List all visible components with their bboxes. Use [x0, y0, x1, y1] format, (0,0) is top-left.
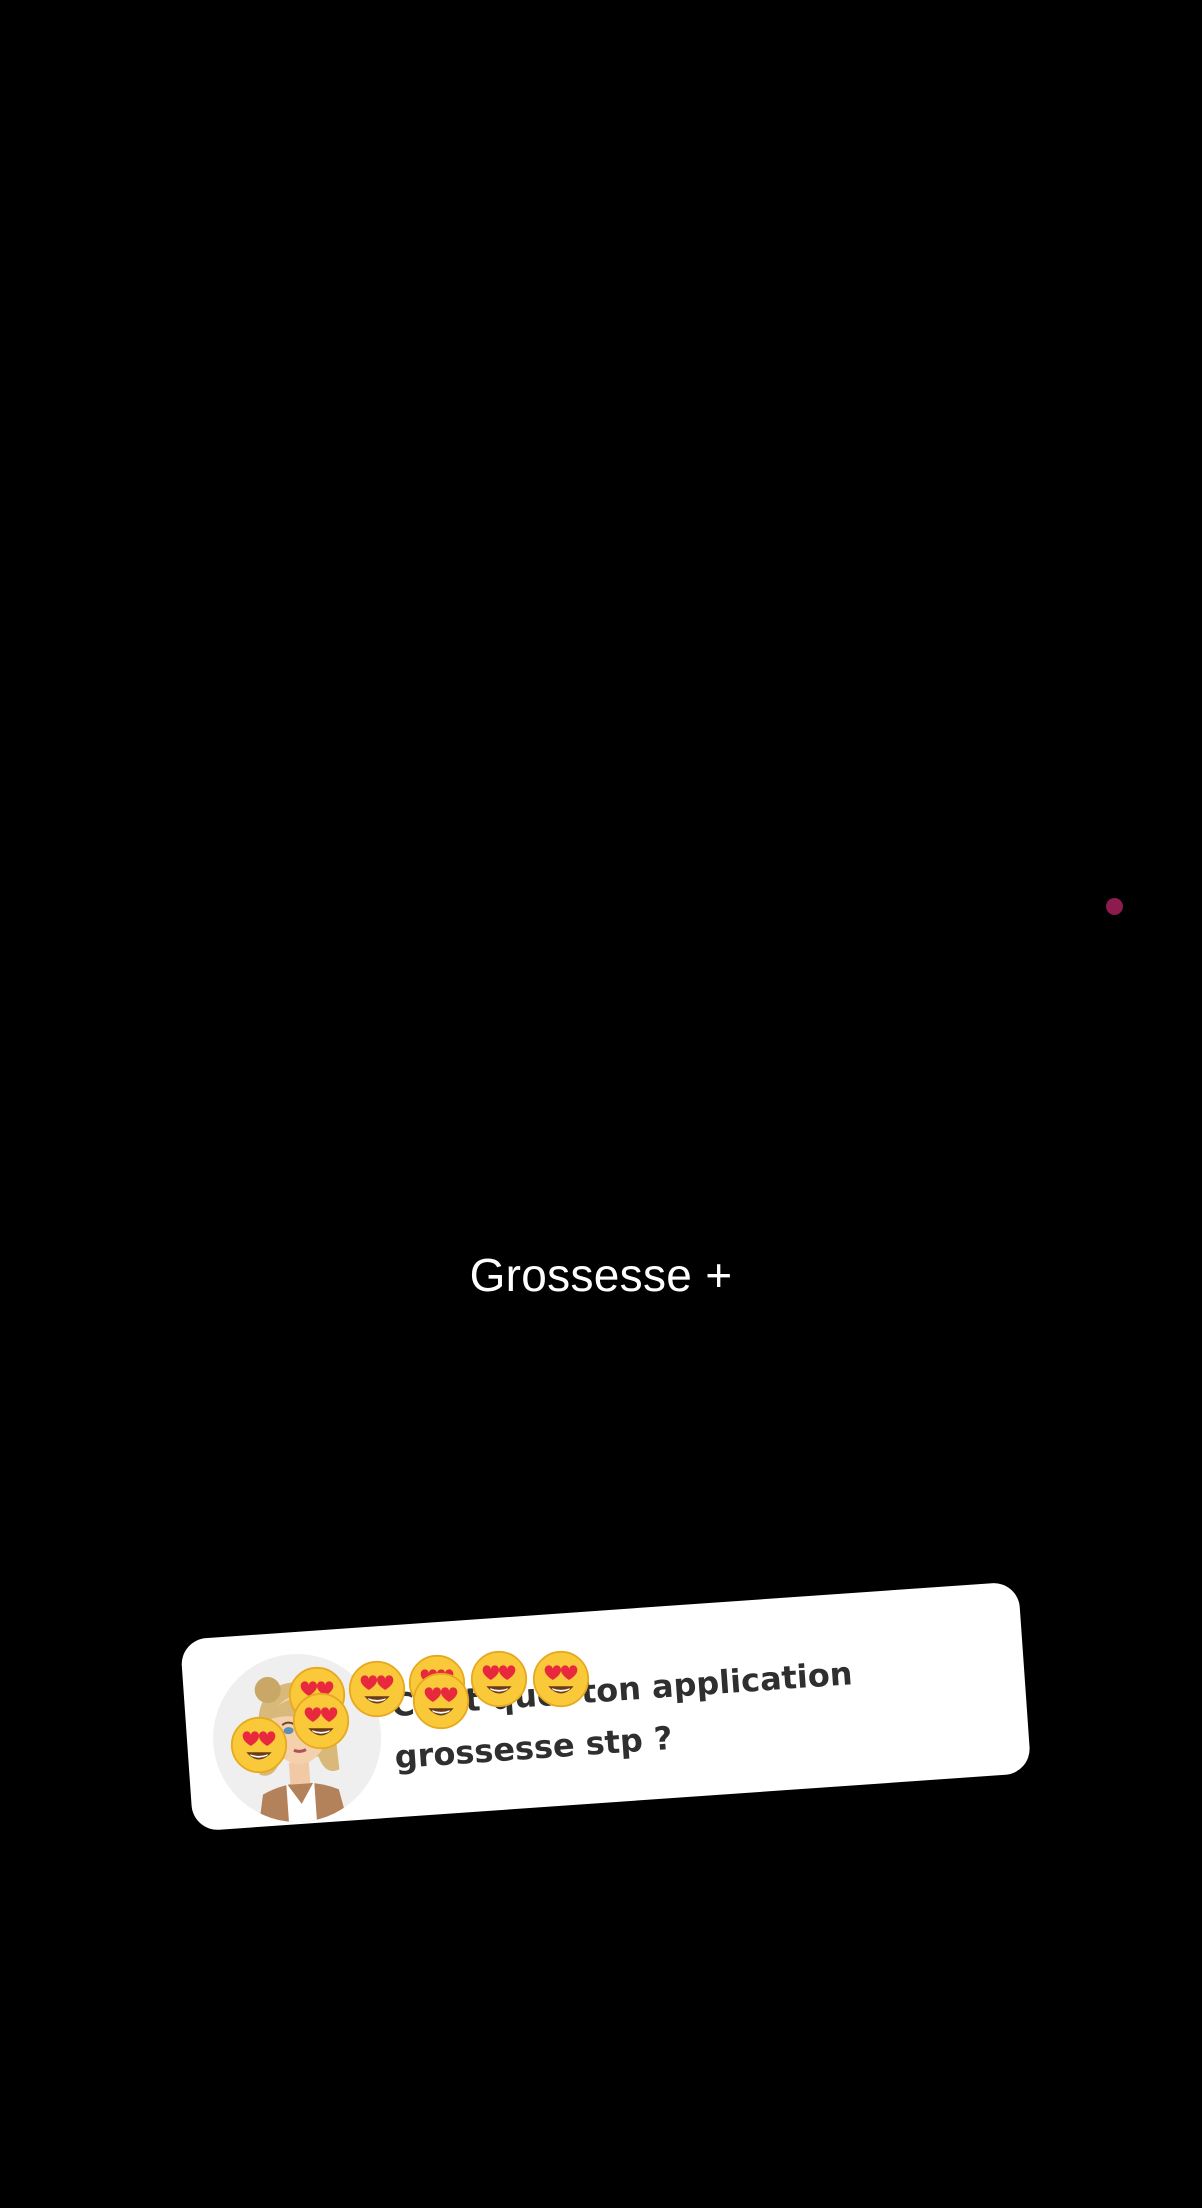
reaction-emoji-group: [230, 1610, 650, 1780]
heart-eyes-emoji-icon: [532, 1650, 590, 1708]
heart-eyes-emoji-icon: [292, 1692, 350, 1750]
heart-eyes-emoji-icon: [348, 1660, 406, 1718]
heart-eyes-emoji-icon: [470, 1650, 528, 1708]
story-title: Grossesse +: [469, 1249, 733, 1301]
pink-indicator-dot: [1106, 898, 1123, 915]
story-canvas: Grossesse + C'est quoi ton application g…: [0, 0, 1202, 2208]
heart-eyes-emoji-icon: [230, 1716, 288, 1774]
heart-eyes-emoji-icon: [412, 1672, 470, 1730]
